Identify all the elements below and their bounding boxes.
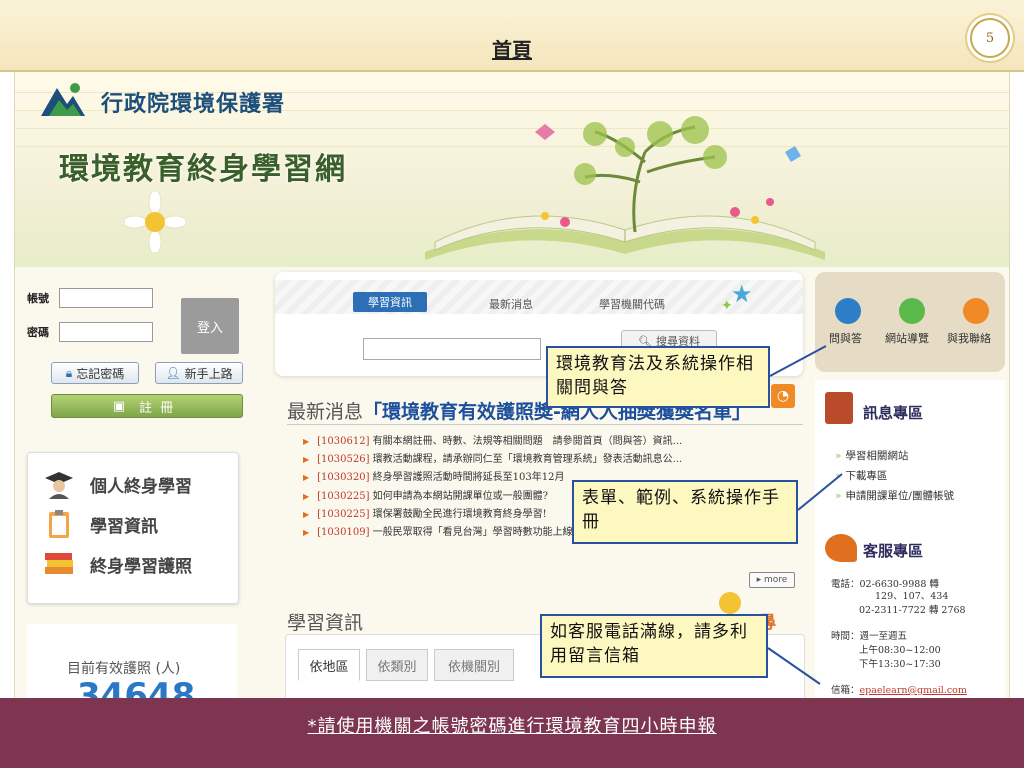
callout-service: 如客服電話滿線，請多利用留言信箱 [540, 614, 768, 678]
footer-note: *請使用機關之帳號密碼進行環境教育四小時申報 [307, 716, 717, 737]
callout-connectors [767, 345, 843, 685]
callout-faq: 環境教育法及系統操作相關問與答 [546, 346, 770, 408]
callout-download: 表單、範例、系統操作手冊 [572, 480, 798, 544]
